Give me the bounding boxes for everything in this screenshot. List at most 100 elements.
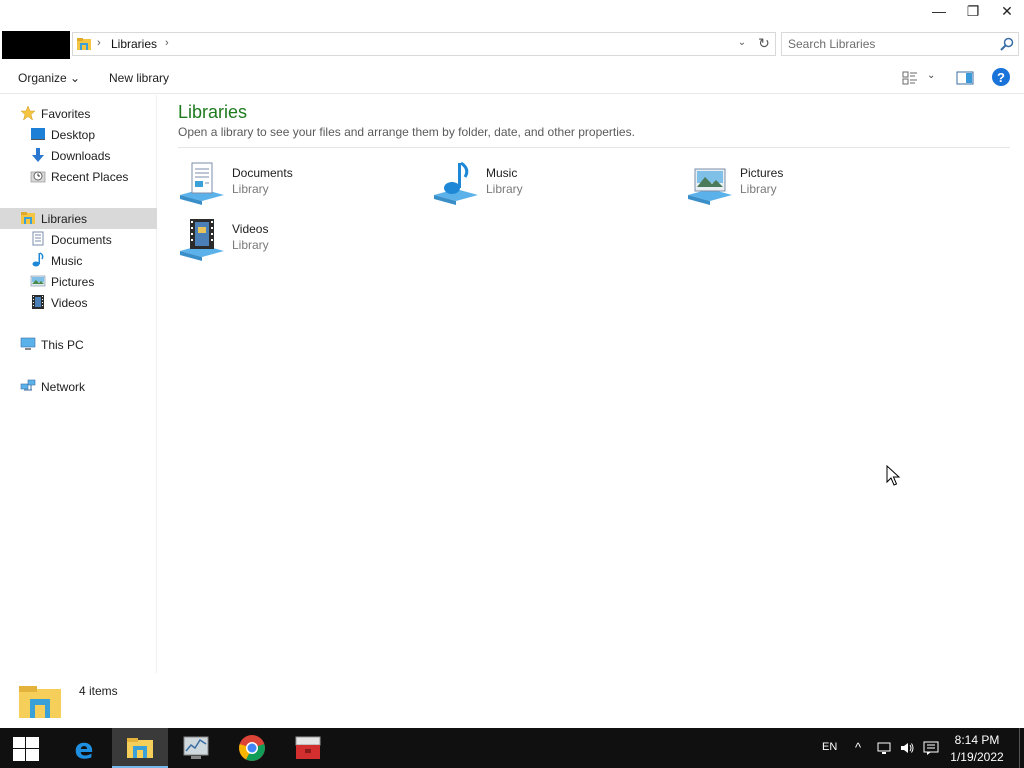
pictures-library-icon	[688, 168, 732, 205]
nav-network[interactable]: Network	[0, 376, 157, 397]
favorites-star-icon	[20, 105, 36, 121]
library-tile-documents[interactable]: Documents Library	[178, 161, 418, 209]
pictures-icon	[30, 275, 46, 287]
taskbar: e EN ^ 8:14 PM 1/19/2022	[0, 728, 1024, 768]
details-pane: 4 items	[0, 673, 1024, 728]
computer-icon	[20, 337, 36, 350]
downloads-arrow-icon	[32, 148, 44, 162]
mouse-cursor-icon	[886, 465, 901, 486]
nav-desktop-label: Desktop	[51, 128, 96, 142]
nav-recent-places[interactable]: Recent Places	[0, 166, 157, 187]
preview-pane-icon[interactable]	[956, 70, 974, 86]
taskbar-toolbox[interactable]	[280, 728, 336, 768]
libraries-icon	[21, 212, 35, 224]
nav-libraries[interactable]: Libraries	[0, 208, 157, 229]
title-bar: — ❐ ✕	[0, 0, 1024, 24]
toolbox-icon	[295, 736, 321, 759]
network-status-icon[interactable]	[876, 740, 892, 756]
nav-downloads[interactable]: Downloads	[0, 145, 157, 166]
library-type: Library	[232, 182, 269, 196]
performance-monitor-icon	[183, 736, 209, 759]
view-options-dropdown-icon[interactable]: ⌄	[927, 70, 935, 81]
clock-time[interactable]: 8:14 PM	[948, 733, 1006, 747]
desktop-icon	[31, 128, 45, 140]
library-tile-videos[interactable]: Videos Library	[178, 217, 418, 265]
nav-downloads-label: Downloads	[51, 149, 111, 163]
nav-videos-label: Videos	[51, 296, 88, 310]
nav-pictures-label: Pictures	[51, 275, 95, 289]
item-count: 4 items	[79, 684, 118, 698]
notifications-icon[interactable]	[923, 740, 939, 756]
breadcrumb-chevron-icon[interactable]: ›	[165, 37, 169, 49]
recent-places-icon	[30, 171, 46, 183]
nav-recent-places-label: Recent Places	[51, 170, 129, 184]
nav-music[interactable]: Music	[0, 250, 157, 271]
videos-film-icon	[32, 295, 44, 309]
nav-documents-label: Documents	[51, 233, 112, 247]
search-box[interactable]	[781, 32, 1019, 56]
nav-videos[interactable]: Videos	[0, 292, 157, 313]
breadcrumb-libraries[interactable]: Libraries	[111, 37, 157, 51]
library-type: Library	[232, 238, 269, 252]
edge-icon: e	[75, 734, 94, 762]
nav-this-pc-label: This PC	[41, 338, 84, 352]
music-library-icon	[434, 161, 478, 205]
command-bar: Organize ⌄ New library ⌄ ?	[0, 62, 1024, 94]
start-icon	[13, 737, 39, 761]
taskbar-chrome[interactable]	[224, 728, 280, 768]
search-icon[interactable]	[999, 36, 1015, 52]
start-button[interactable]	[0, 728, 54, 768]
breadcrumb-separator-icon[interactable]: ›	[97, 37, 101, 49]
change-view-icon[interactable]	[902, 70, 918, 86]
volume-icon[interactable]	[899, 740, 915, 756]
nav-pictures[interactable]: Pictures	[0, 271, 157, 292]
refresh-icon[interactable]: ↻	[755, 35, 773, 52]
documents-library-icon	[180, 162, 224, 205]
page-subtitle: Open a library to see your files and arr…	[178, 125, 635, 139]
library-tile-music[interactable]: Music Library	[432, 161, 672, 209]
organize-button[interactable]: Organize ⌄	[18, 71, 80, 85]
show-hidden-icons-chevron-icon[interactable]: ^	[850, 740, 866, 756]
library-name: Documents	[232, 166, 293, 180]
library-tile-pictures[interactable]: Pictures Library	[686, 161, 926, 209]
taskbar-edge[interactable]: e	[56, 728, 112, 768]
taskbar-file-explorer[interactable]	[112, 728, 168, 768]
navigation-buttons[interactable]	[2, 31, 70, 59]
svg-text:e: e	[75, 734, 94, 762]
chrome-icon	[239, 735, 265, 761]
search-input[interactable]	[788, 36, 993, 52]
navigation-pane: Favorites Desktop Downloads Recent Place…	[0, 95, 157, 673]
address-row: › Libraries › ⌄ ↻	[0, 30, 1024, 59]
taskbar-performance-monitor[interactable]	[168, 728, 224, 768]
nav-this-pc[interactable]: This PC	[0, 334, 157, 355]
libraries-folder-icon	[19, 686, 61, 718]
address-bar[interactable]: › Libraries › ⌄ ↻	[72, 32, 776, 56]
nav-documents[interactable]: Documents	[0, 229, 157, 250]
close-button[interactable]: ✕	[990, 0, 1024, 22]
nav-libraries-label: Libraries	[41, 212, 88, 226]
divider	[178, 147, 1010, 148]
nav-desktop[interactable]: Desktop	[0, 124, 157, 145]
clock-date[interactable]: 1/19/2022	[948, 750, 1006, 764]
nav-favorites-label: Favorites	[41, 107, 91, 121]
nav-favorites[interactable]: Favorites	[0, 103, 157, 124]
minimize-button[interactable]: —	[922, 0, 956, 22]
library-name: Pictures	[740, 166, 784, 180]
library-type: Library	[740, 182, 777, 196]
help-icon[interactable]: ?	[992, 68, 1010, 86]
music-note-icon	[32, 252, 44, 267]
nav-music-label: Music	[51, 254, 83, 268]
restore-button[interactable]: ❐	[956, 0, 990, 22]
content-pane: Libraries Open a library to see your fil…	[158, 95, 1024, 673]
address-history-dropdown-icon[interactable]: ⌄	[735, 37, 749, 48]
language-indicator[interactable]: EN	[822, 741, 837, 753]
file-explorer-icon	[127, 738, 153, 758]
library-name: Music	[486, 166, 518, 180]
new-library-button[interactable]: New library	[109, 71, 169, 85]
videos-library-icon	[180, 219, 224, 261]
network-icon	[20, 379, 36, 391]
show-desktop-button[interactable]	[1019, 728, 1024, 768]
page-title: Libraries	[178, 102, 248, 122]
libraries-icon	[77, 38, 91, 50]
library-type: Library	[486, 182, 523, 196]
